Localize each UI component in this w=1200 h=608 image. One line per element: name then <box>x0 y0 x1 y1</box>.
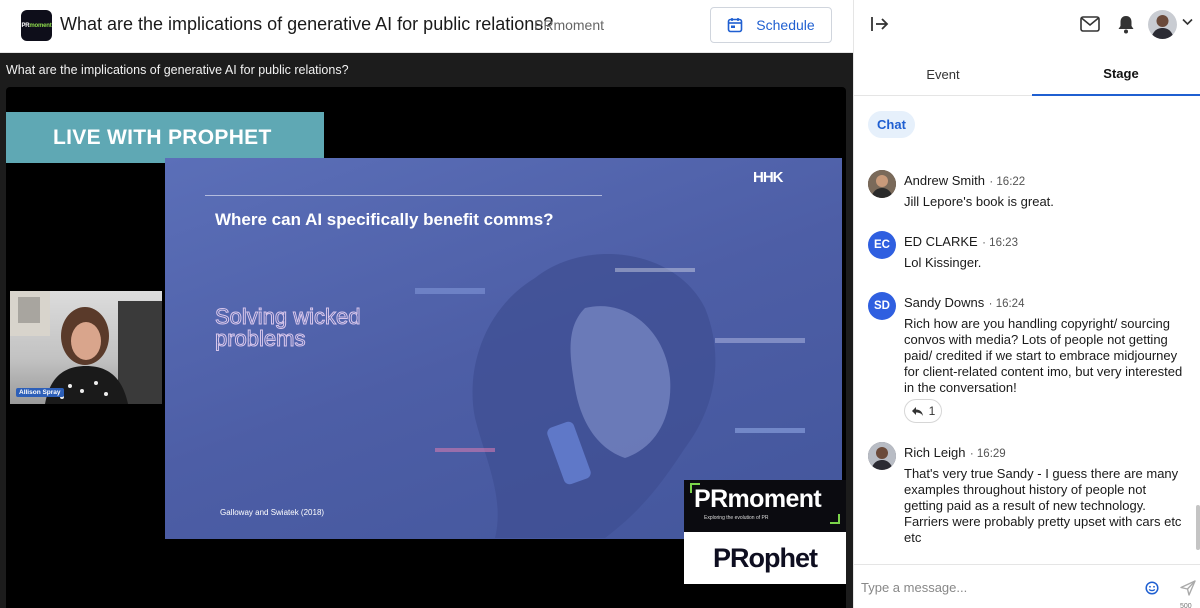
message-time: · 16:23 <box>982 237 1018 249</box>
message-input[interactable] <box>861 576 1131 598</box>
avatar-photo-icon <box>868 442 896 470</box>
message-meta: Sandy Downs · 16:24 <box>904 294 1024 312</box>
event-title: What are the implications of generative … <box>60 14 554 34</box>
event-header: PRmoment What are the implications of ge… <box>0 0 853 53</box>
chat-scroll-thumb[interactable] <box>1196 505 1200 550</box>
user-avatar-icon <box>1151 15 1174 39</box>
reply-count: 1 <box>928 404 936 418</box>
message-time: · 16:29 <box>969 448 1006 460</box>
message-meta: ED CLARKE · 16:23 <box>904 233 1018 251</box>
organizer-name[interactable]: PRmoment <box>534 17 604 33</box>
stage-title: What are the implications of generative … <box>6 63 349 77</box>
message-text: Jill Lepore's book is great. <box>904 194 1054 209</box>
chevron-down-icon[interactable] <box>1182 18 1193 26</box>
live-banner-text: LIVE WITH PROPHET <box>53 125 272 149</box>
slide-rule <box>205 195 602 196</box>
video-player[interactable]: LIVE WITH PROPHET HHK Where can AI speci… <box>6 87 846 608</box>
collapse-panel-icon[interactable] <box>870 14 890 34</box>
tab-event[interactable]: Event <box>854 53 1032 96</box>
chat-messages[interactable]: Andrew Smith · 16:22 Jill Lepore's book … <box>854 160 1200 558</box>
slide-big-text: Solving wicked problems <box>215 304 362 351</box>
message-author[interactable]: Sandy Downs <box>904 295 984 310</box>
schedule-button[interactable]: Schedule <box>710 7 832 43</box>
user-avatar[interactable] <box>1148 10 1177 39</box>
reply-count-button[interactable]: 1 <box>904 399 942 423</box>
avatar[interactable]: SD <box>868 292 896 320</box>
message-time: · 16:22 <box>989 176 1026 188</box>
panel-tabs: Event Stage <box>854 53 1200 96</box>
prophet-logo-text: PRophet <box>713 542 818 573</box>
chat-filter-pill[interactable]: Chat <box>868 111 915 138</box>
message-author[interactable]: Andrew Smith <box>904 173 985 188</box>
avatar-photo-icon <box>868 170 896 198</box>
message-meta: Rich Leigh · 16:29 <box>904 444 1006 462</box>
message-author[interactable]: Rich Leigh <box>904 445 965 460</box>
logo-corner-bottom <box>830 514 840 524</box>
tab-stage[interactable]: Stage <box>1032 53 1200 96</box>
avatar[interactable] <box>868 442 896 470</box>
message-time: · 16:24 <box>988 298 1025 310</box>
chat-scrollbar[interactable] <box>1196 155 1200 555</box>
prmoment-logo[interactable]: PRmoment <box>21 10 52 41</box>
prophet-logo: PRophet <box>684 532 846 584</box>
reply-icon <box>911 406 923 416</box>
speaker-name-tag: Allison Spray <box>16 388 64 397</box>
app-window: PRmoment What are the implications of ge… <box>0 0 1200 608</box>
prmoment-tagline: Exploring the evolution of PR <box>704 515 769 521</box>
message-text: Lol Kissinger. <box>904 255 982 270</box>
calendar-icon <box>727 18 743 33</box>
message-composer: 500 <box>854 564 1200 608</box>
slide-credit: Galloway and Swiatek (2018) <box>220 508 325 517</box>
send-icon[interactable] <box>1180 580 1196 596</box>
message-meta: Andrew Smith · 16:22 <box>904 172 1025 190</box>
mail-icon[interactable] <box>1080 15 1100 33</box>
slide-heading: Where can AI specifically benefit comms? <box>215 210 554 229</box>
slide-brand-mark: HHK <box>753 169 783 186</box>
prmoment-watermark: PRmoment Exploring the evolution of PR <box>684 480 846 532</box>
speaker-video: Allison Spray <box>10 291 162 404</box>
prmoment-watermark-text: PRmoment <box>694 485 822 513</box>
emoji-icon[interactable] <box>1145 581 1159 595</box>
stage-area: What are the implications of generative … <box>0 53 853 608</box>
message-text: That's very true Sandy - I guess there a… <box>904 466 1182 545</box>
character-count: 500 <box>1180 603 1192 608</box>
bell-icon[interactable] <box>1117 14 1135 34</box>
side-panel: Event Stage Chat Andrew Smith · 16:22 Ji… <box>853 0 1200 608</box>
message-author[interactable]: ED CLARKE <box>904 234 978 249</box>
schedule-label: Schedule <box>756 17 815 33</box>
live-banner: LIVE WITH PROPHET <box>6 112 324 163</box>
avatar[interactable]: EC <box>868 231 896 259</box>
message-text: Rich how are you handling copyright/ sou… <box>904 316 1183 395</box>
avatar[interactable] <box>868 170 896 198</box>
